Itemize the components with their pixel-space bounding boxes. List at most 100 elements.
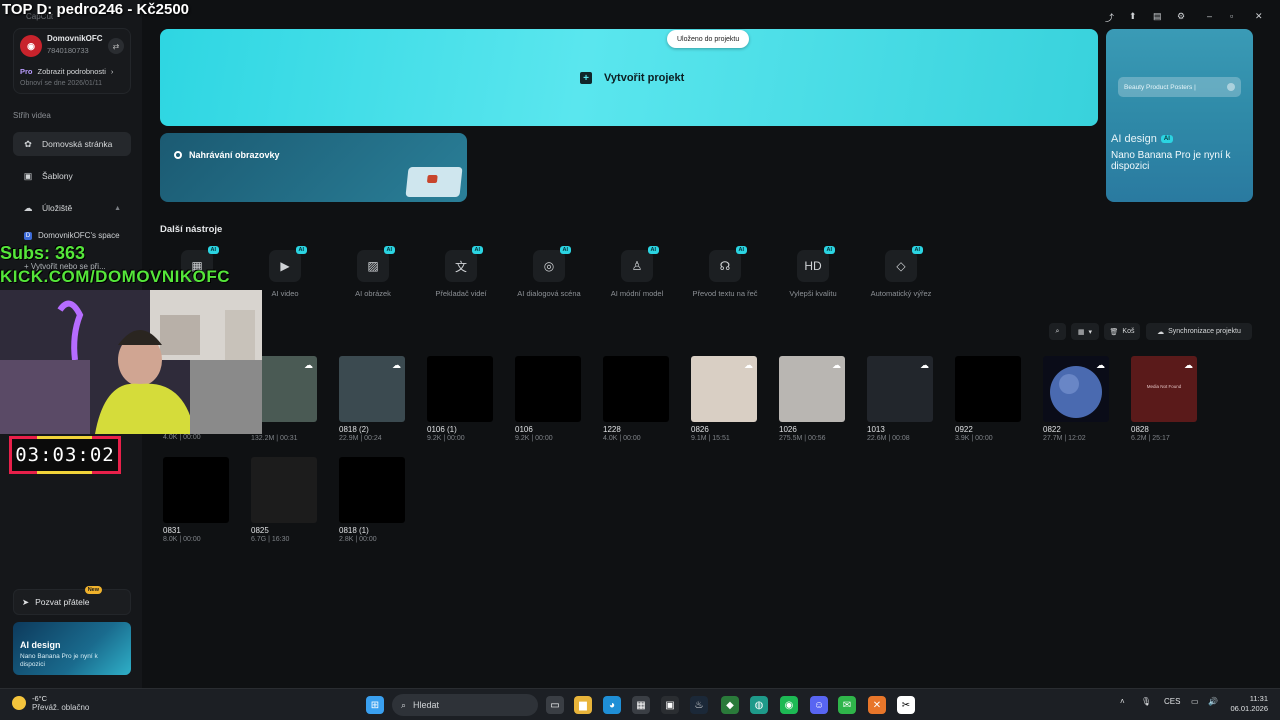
saved-toast: Uloženo do projektu [667, 30, 750, 48]
tool-glyph: ▶ [280, 259, 290, 273]
app-messenger-icon[interactable]: ✉ [838, 696, 856, 714]
ai-video-icon: ▶ AI [269, 246, 307, 282]
sidebar-item-storage[interactable]: ☁ Úložiště ▲ [13, 196, 131, 220]
maximize-icon[interactable]: ▫ [1230, 11, 1233, 21]
project-card[interactable]: ☁ 0822 27.7M | 12:02 [1043, 356, 1109, 442]
file-explorer-icon[interactable]: ▆ [574, 696, 592, 714]
cloud-icon: ☁ [920, 360, 929, 370]
app-red-icon[interactable]: ▣ [661, 696, 679, 714]
webcam-scene [0, 290, 262, 434]
avatar[interactable]: ◉ [20, 35, 42, 57]
project-card[interactable]: 0825 6.7G | 16:30 [251, 457, 317, 543]
space-item[interactable]: D DomovnikOFC's space [24, 231, 120, 240]
sidebar-item-label: Úložiště [42, 203, 73, 213]
tool-ai-image[interactable]: ▨ AI AI obrázek [333, 246, 413, 298]
tray-overflow-icon[interactable]: ˄ [1120, 697, 1125, 706]
pro-row[interactable]: Pro Zobrazit podrobnosti › [20, 67, 113, 76]
record-icon [174, 151, 182, 159]
search-button[interactable]: ⌕ [1049, 323, 1066, 340]
project-card[interactable]: ☁ 1013 22.6M | 00:08 [867, 356, 933, 442]
project-card[interactable]: 0831 8.0K | 00:00 [163, 457, 229, 543]
trash-button[interactable]: 🗑 Koš [1104, 323, 1140, 340]
tool-text-to-speech[interactable]: ☊ AI Převod textu na řeč [685, 246, 765, 298]
minimize-icon[interactable]: – [1207, 11, 1212, 21]
capcut-icon[interactable]: ✂ [897, 696, 915, 714]
project-card[interactable]: ☁ 0826 9.1M | 15:51 [691, 356, 757, 442]
promo-title: AI design AI [1111, 133, 1173, 145]
tool-dialog-scene[interactable]: ◎ AI AI dialogová scéna [509, 246, 589, 298]
network-icon[interactable]: ▭ [1191, 697, 1199, 706]
invite-friends-button[interactable]: ➤ Pozvat přátele New [13, 586, 131, 615]
task-view-icon[interactable]: ▭ [546, 696, 564, 714]
tool-label: AI obrázek [355, 289, 391, 298]
create-project-text: Vytvořit projekt [604, 72, 685, 84]
chevron-up-icon[interactable]: ▲ [114, 205, 121, 212]
taskbar-search[interactable]: ⌕ Hledat [392, 694, 538, 716]
project-card[interactable]: 0818 (1) 2.8K | 00:00 [339, 457, 405, 543]
close-icon[interactable]: ✕ [1255, 11, 1263, 22]
sidebar-item-templates[interactable]: ▣ Šablony [13, 164, 131, 188]
tool-fashion-model[interactable]: ♙ AI AI módní model [597, 246, 677, 298]
tool-translate[interactable]: 文 AI Překladač videí [421, 246, 501, 298]
auto-cutout-icon: ◇ AI [885, 246, 923, 282]
project-meta: 4.0K | 00:00 [603, 435, 641, 442]
discord-icon[interactable]: ☺ [810, 696, 828, 714]
project-name: 0831 [163, 526, 181, 535]
create-project-banner[interactable]: + Vytvořit projekt [160, 29, 1098, 126]
promo-prompt-field: Beauty Product Posters | [1118, 77, 1241, 97]
project-card[interactable]: 0106 (1) 9.2K | 00:00 [427, 356, 493, 442]
windows-start-icon[interactable]: ⊞ [366, 696, 384, 714]
tool-auto-cutout[interactable]: ◇ AI Automatický výřez [861, 246, 941, 298]
project-card[interactable]: ☁ 0818 (2) 22.9M | 00:24 [339, 356, 405, 442]
app-green-icon[interactable]: ◍ [750, 696, 768, 714]
project-thumbnail [251, 457, 317, 523]
app-orange-icon[interactable]: ✕ [868, 696, 886, 714]
trash-label: Koš [1122, 328, 1135, 335]
app-flag-icon[interactable]: ◆ [721, 696, 739, 714]
weather-icon [12, 696, 26, 710]
account-card[interactable]: ◉ DomovnikOFC 7840180733 ⇄ Pro Zobrazit … [13, 28, 131, 94]
upload-icon[interactable]: ⬆ [1129, 11, 1137, 22]
switch-account-icon[interactable]: ⇄ [108, 38, 124, 54]
tool-hd[interactable]: HD AI Vylepši kvalitu [773, 246, 853, 298]
project-card[interactable]: 1228 4.0K | 00:00 [603, 356, 669, 442]
language-indicator[interactable]: CES [1164, 697, 1180, 706]
view-toggle-button[interactable]: ▦ ▾ [1071, 323, 1099, 340]
project-card[interactable]: 0922 3.9K | 00:00 [955, 356, 1021, 442]
volume-icon[interactable]: 🔊 [1208, 697, 1218, 706]
share-icon[interactable]: ⤴ [1105, 11, 1114, 24]
microphone-icon[interactable]: 🎙 [1141, 697, 1151, 706]
ai-badge: AI [559, 246, 571, 254]
chevron-right-icon: › [110, 67, 114, 76]
screen-record-card[interactable]: Nahrávání obrazovky [160, 133, 467, 202]
sync-icon: ☁ [1157, 328, 1165, 336]
project-card[interactable]: Media Not Found ☁ 0828 6.2M | 25:17 [1131, 356, 1197, 442]
project-thumbnail: ☁ [339, 356, 405, 422]
send-icon: ➤ [22, 596, 30, 607]
sidebar-item-home[interactable]: ✿ Domovská stránka [13, 132, 131, 156]
sync-projects-button[interactable]: ☁ Synchronizace projektu [1146, 323, 1252, 340]
spotify-icon[interactable]: ◉ [780, 696, 798, 714]
project-card[interactable]: ☁ 1026 275.5M | 00:56 [779, 356, 845, 442]
ai-badge: AI [823, 246, 835, 254]
webcam-feed [0, 290, 262, 434]
project-card[interactable]: 0106 9.2K | 00:00 [515, 356, 581, 442]
store-icon[interactable]: ▦ [632, 696, 650, 714]
project-name: 0818 (2) [339, 425, 369, 434]
project-name: 0825 [251, 526, 269, 535]
steam-icon[interactable]: ♨ [690, 696, 708, 714]
trash-icon: 🗑 [1109, 328, 1119, 336]
settings-icon[interactable]: ⚙ [1177, 11, 1185, 22]
ai-design-promo[interactable]: Beauty Product Posters | AI design AI Na… [1106, 29, 1253, 202]
ai-design-card[interactable]: AI design Nano Banana Pro je nyní k disp… [13, 622, 131, 675]
project-meta: 4.0K | 00:00 [163, 434, 201, 441]
space-name: DomovnikOFC's space [38, 231, 120, 240]
edge-icon[interactable]: ◕ [603, 696, 621, 714]
cloud-icon: ☁ [1096, 360, 1105, 370]
system-clock[interactable]: 11:31 06.01.2026 [1230, 694, 1268, 714]
weather-widget[interactable]: -6°C Převáž. oblačno [12, 694, 89, 712]
feedback-icon[interactable]: ▤ [1153, 11, 1162, 22]
details-link[interactable]: Zobrazit podrobnosti [38, 67, 106, 76]
create-project-label: + Vytvořit projekt [580, 72, 684, 84]
project-thumbnail: Media Not Found ☁ [1131, 356, 1197, 422]
